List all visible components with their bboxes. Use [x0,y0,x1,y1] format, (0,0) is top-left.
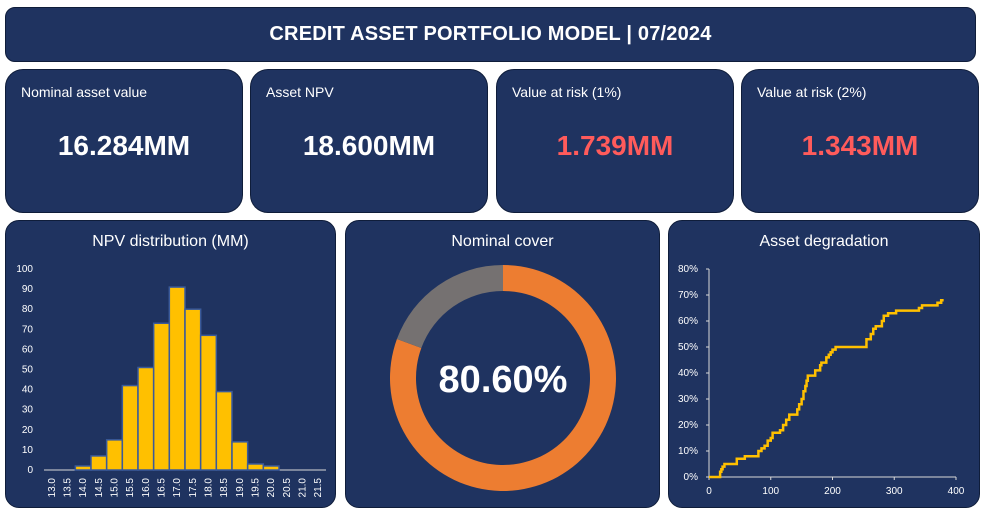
kpi-card-nominal-asset-value: Nominal asset value 16.284MM [5,69,243,213]
x-tick-label: 19.0 [235,478,246,498]
histogram-bar [105,439,124,471]
donut-slice-remaining [396,265,503,349]
kpi-value: 1.343MM [801,130,919,161]
histogram-bar [262,465,280,471]
npv-distribution-chart: 0 10 20 30 40 50 60 70 80 90 100 13.0 13.5 14.0 14.5 15… [16,264,326,498]
y-tick-label: 50% [678,342,698,353]
npv-distribution-panel: NPV distribution (MM) 0 10 20 30 40 50 60 70 80 9… [5,220,336,508]
y-tick-label: 90 [22,284,34,295]
histogram-bar [246,463,265,471]
y-tick-label: 0 [27,465,33,476]
x-tick-label: 20.5 [282,478,293,498]
y-tick-label: 50 [22,365,34,376]
x-tick-label: 19.5 [251,478,262,498]
y-tick-label: 10% [678,446,698,457]
y-tick-label: 30 [22,405,34,416]
x-tick-label: 17.5 [188,478,199,498]
y-tick-label: 70 [22,324,34,335]
x-tick-label: 14.0 [78,478,89,498]
y-tick-label: 60% [678,316,698,327]
x-tick-label: 20.0 [266,478,277,498]
y-tick-label: 40 [22,385,34,396]
y-tick-label: 0% [684,472,699,483]
kpi-card-var-1pct: Value at risk (1%) 1.739MM [496,69,734,213]
kpi-value: 18.600MM [302,130,436,161]
x-tick-label: 300 [886,486,903,497]
histogram-bar [184,308,202,471]
nominal-cover-panel: Nominal cover 80.60% [345,220,660,508]
donut-center-label: 80.60% [439,359,568,401]
kpi-label: Value at risk (1%) [512,84,622,100]
y-tick-label: 30% [678,394,698,405]
histogram-bar [90,455,108,471]
x-tick-label: 0 [706,486,712,497]
histogram-bar [231,441,249,471]
histogram-bar [215,390,233,471]
x-tick-label: 17.0 [172,478,183,498]
kpi-card-asset-npv: Asset NPV 18.600MM [250,69,488,213]
y-tick-label: 20% [678,420,698,431]
histogram-bar [121,384,139,471]
y-tick-label: 80% [678,264,698,275]
histogram-bar [168,286,186,471]
y-tick-label: 40% [678,368,698,379]
x-tick-label: 200 [824,486,841,497]
y-tick-label: 20 [22,425,34,436]
x-tick-label: 400 [948,486,965,497]
page-title: CREDIT ASSET PORTFOLIO MODEL | 07/2024 [269,23,712,45]
x-tick-label: 18.5 [219,478,230,498]
y-tick-label: 100 [16,264,33,275]
x-tick-label: 18.0 [204,478,215,498]
y-tick-label: 70% [678,290,698,301]
y-tick-label: 10 [22,445,34,456]
kpi-card-var-2pct: Value at risk (2%) 1.343MM [741,69,979,213]
x-tick-label: 15.0 [110,478,121,498]
y-tick-label: 60 [22,344,34,355]
x-tick-label: 13.5 [63,478,74,498]
kpi-value: 16.284MM [57,130,191,161]
x-tick-label: 14.5 [94,478,105,498]
x-tick-label: 100 [762,486,779,497]
degradation-line [709,298,944,479]
kpi-label: Nominal asset value [21,84,148,100]
y-tick-label: 80 [22,304,34,315]
histogram-bar [74,465,92,471]
x-tick-label: 16.5 [157,478,168,498]
title-bar: CREDIT ASSET PORTFOLIO MODEL | 07/2024 [5,7,976,62]
kpi-label: Value at risk (2%) [757,84,867,100]
kpi-label: Asset NPV [266,84,334,100]
histogram-bar [137,366,155,471]
histogram-bar [152,322,171,471]
histogram-bar [199,334,218,471]
x-tick-label: 13.0 [47,478,58,498]
x-tick-label: 15.5 [125,478,136,498]
x-tick-label: 21.5 [313,478,324,498]
x-tick-label: 21.0 [298,478,309,498]
kpi-value: 1.739MM [556,130,674,161]
asset-degradation-chart: 0% 10% 20% 30% 40% 50% 60% 70% 80% 0 100 200 300 400 [678,264,965,497]
x-tick-label: 16.0 [141,478,152,498]
asset-degradation-panel: Asset degradation 0% 10% 20% 30% 40% 50% 60% 70… [668,220,980,508]
nominal-cover-chart: 80.60% [390,265,616,491]
